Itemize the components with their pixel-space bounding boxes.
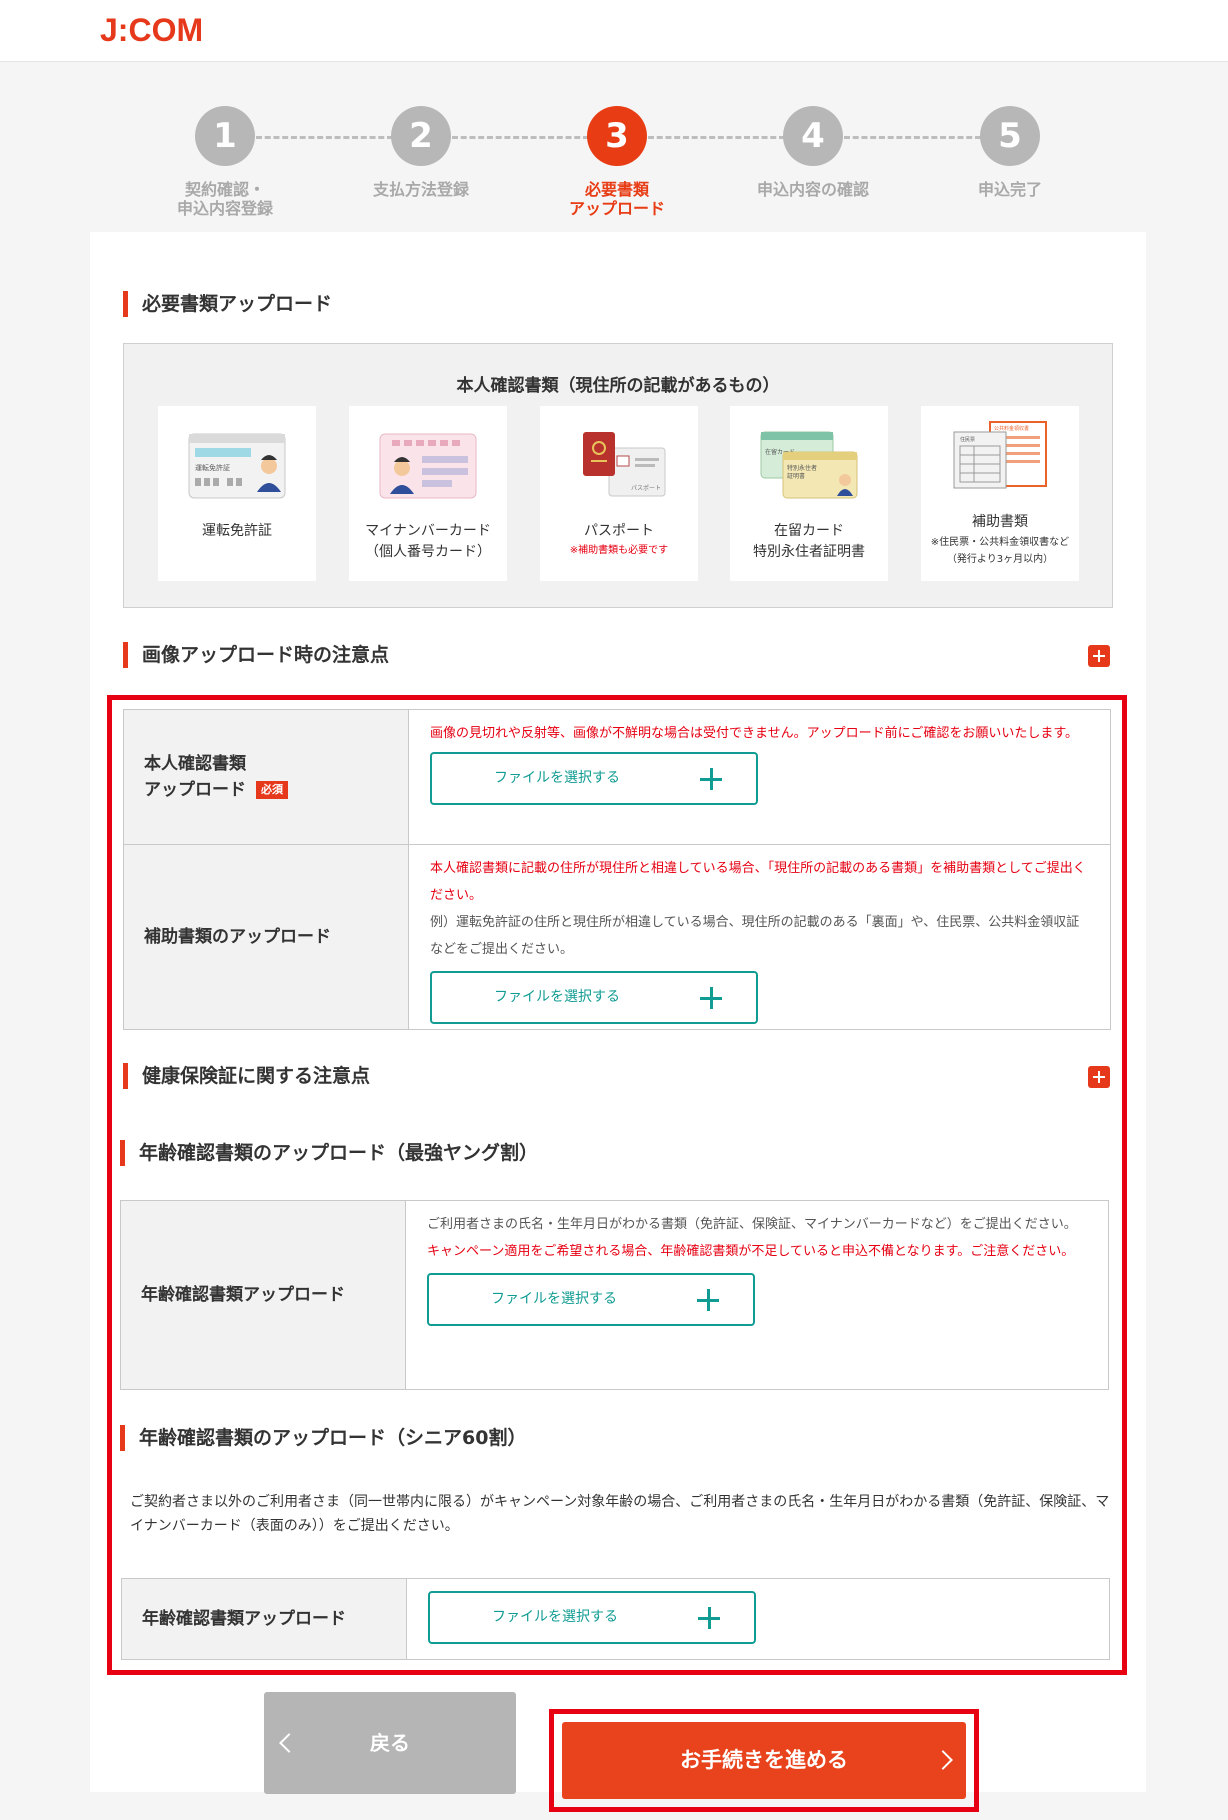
plus-icon <box>700 768 722 790</box>
row-label-text: 補助書類のアップロード <box>144 927 331 947</box>
file-select-button[interactable]: ファイルを選択する <box>428 1591 756 1644</box>
svg-text:住民票: 住民票 <box>960 436 975 443</box>
doc-note: ※補助書類も必要です <box>569 545 669 556</box>
step-number: 2 <box>391 106 451 166</box>
row-label-text: 年齢確認書類アップロード <box>141 1285 345 1305</box>
file-select-button[interactable]: ファイルを選択する <box>427 1273 755 1326</box>
senior-description: ご契約者さま以外のご利用者さま（同一世帯内に限る）がキャンペーン対象年齢の場合、… <box>130 1494 1110 1534</box>
progress-stepper: 1 契約確認・ 申込内容登録 2 支払方法登録 3 必要書類 アップロード 4 … <box>0 100 1228 220</box>
back-button-label: 戻る <box>370 1731 410 1755</box>
age-upload-table-senior: 年齢確認書類アップロード ファイルを選択する <box>121 1578 1110 1660</box>
step-number: 1 <box>195 106 255 166</box>
section-heading-upload: 必要書類アップロード <box>123 291 332 317</box>
step-3-current: 3 必要書類 アップロード <box>517 100 717 218</box>
drivers-license-icon: 運転免許証 <box>188 433 286 499</box>
doc-drivers-license: 運転免許証 運転免許証 <box>158 406 316 581</box>
doc-name: 在留カード 特別永住者証明書 <box>753 523 865 560</box>
upload-row-label: 年齢確認書類アップロード <box>121 1201 406 1389</box>
required-badge: 必須 <box>256 781 288 799</box>
proceed-button-label: お手続きを進める <box>680 1748 848 1772</box>
step-5: 5 申込完了 <box>910 100 1110 199</box>
plus-icon <box>697 1289 719 1311</box>
doc-name: パスポート <box>584 523 654 539</box>
upload-row-label: 年齢確認書類アップロード <box>122 1579 407 1659</box>
button-label: ファイルを選択する <box>492 1609 618 1625</box>
section-heading-young: 年齢確認書類のアップロード（最強ヤング割） <box>120 1140 538 1166</box>
upload-row-cell: 画像の見切れや反射等、画像が不鮮明な場合は受付できません。アップロード前にご確認… <box>410 710 1110 844</box>
doc-residence-card: 在留カード 特別永住者 証明書 在留カード 特別永住者証明書 <box>730 406 888 581</box>
passport-icon: パスポート <box>583 432 666 497</box>
plus-icon <box>698 1607 720 1629</box>
button-label: ファイルを選択する <box>494 770 620 786</box>
upload-row-cell: ファイルを選択する <box>408 1579 1109 1659</box>
row-label-text: 年齢確認書類アップロード <box>142 1609 346 1629</box>
step-label: 申込完了 <box>977 180 1042 199</box>
file-select-button[interactable]: ファイルを選択する <box>430 752 758 805</box>
step-number: 3 <box>587 106 647 166</box>
svg-text:公共料金領収書: 公共料金領収書 <box>994 425 1029 432</box>
upload-warning-text: 画像の見切れや反射等、画像が不鮮明な場合は受付できません。アップロード前にご確認… <box>430 726 1079 741</box>
step-1: 1 契約確認・ 申込内容登録 <box>125 100 325 218</box>
upload-row-label: 補助書類のアップロード <box>124 845 409 1029</box>
upload-row-label: 本人確認書類 アップロード 必須 <box>124 710 409 844</box>
svg-text:運転免許証: 運転免許証 <box>195 463 230 472</box>
button-label: ファイルを選択する <box>494 989 620 1005</box>
section-heading-notes: 画像アップロード時の注意点 <box>123 642 389 668</box>
doc-name: 運転免許証 <box>202 523 272 539</box>
expand-plus-icon[interactable] <box>1088 1066 1110 1088</box>
proceed-button[interactable]: お手続きを進める <box>562 1722 966 1799</box>
step-label: 必要書類 アップロード <box>568 180 665 218</box>
step-number: 4 <box>783 106 843 166</box>
upload-warning-text: 本人確認書類に記載の住所が現住所と相違している場合、「現住所の記載のある書類」を… <box>430 861 1086 903</box>
mynumber-card-icon <box>379 433 477 499</box>
svg-text:特別永住者: 特別永住者 <box>787 464 817 472</box>
file-select-button[interactable]: ファイルを選択する <box>430 971 758 1024</box>
id-documents-panel: 本人確認書類（現住所の記載があるもの） 運転免許証 運転免許証 マイナンバーカー… <box>123 343 1113 608</box>
button-label: ファイルを選択する <box>491 1291 617 1307</box>
residence-card-icon: 在留カード 特別永住者 証明書 <box>760 431 858 499</box>
auxiliary-documents-icon: 公共料金領収書 住民票 <box>953 421 1047 489</box>
doc-note: ※住民票・公共料金領収書など （発行より3ヶ月以内） <box>930 537 1070 565</box>
step-4: 4 申込内容の確認 <box>713 100 913 199</box>
step-number: 5 <box>980 106 1040 166</box>
svg-text:証明書: 証明書 <box>787 472 805 480</box>
doc-name: マイナンバーカード （個人番号カード） <box>365 523 491 560</box>
back-button[interactable]: 戻る <box>264 1692 516 1794</box>
doc-auxiliary: 公共料金領収書 住民票 補助書類 ※住民票・公共料金領収書など （発行より3ヶ月… <box>921 406 1079 581</box>
upload-info-text: ご利用者さまの氏名・生年月日がわかる書類（免許証、保険証、マイナンバーカードなど… <box>427 1217 1077 1232</box>
jcom-logo[interactable]: J:COM <box>100 12 203 49</box>
row-label-text: 本人確認書類 アップロード <box>144 754 246 800</box>
doc-passport: パスポート パスポート ※補助書類も必要です <box>540 406 698 581</box>
step-2: 2 支払方法登録 <box>321 100 521 199</box>
upload-row-cell: ご利用者さまの氏名・生年月日がわかる書類（免許証、保険証、マイナンバーカードなど… <box>407 1201 1108 1389</box>
site-header: J:COM <box>0 0 1228 62</box>
expand-plus-icon[interactable] <box>1088 645 1110 667</box>
highlight-frame-next: お手続きを進める <box>549 1709 979 1812</box>
doc-name: 補助書類 <box>972 514 1028 530</box>
svg-text:パスポート: パスポート <box>631 484 661 492</box>
upload-warning-text: キャンペーン適用をご希望される場合、年齢確認書類が不足していると申込不備となりま… <box>427 1244 1075 1259</box>
section-heading-insurance: 健康保険証に関する注意点 <box>123 1063 370 1089</box>
upload-row-cell: 本人確認書類に記載の住所が現住所と相違している場合、「現住所の記載のある書類」を… <box>410 845 1110 1029</box>
step-label: 契約確認・ 申込内容登録 <box>176 180 273 218</box>
plus-icon <box>700 987 722 1009</box>
step-label: 支払方法登録 <box>372 180 469 199</box>
section-heading-senior: 年齢確認書類のアップロード（シニア60割） <box>120 1425 526 1451</box>
step-label: 申込内容の確認 <box>756 180 869 199</box>
doc-mynumber-card: マイナンバーカード （個人番号カード） <box>349 406 507 581</box>
upload-example-text: 例）運転免許証の住所と現住所が相違している場合、現住所の記載のある「裏面」や、住… <box>430 915 1080 957</box>
id-documents-title: 本人確認書類（現住所の記載があるもの） <box>456 376 780 396</box>
upload-table: 本人確認書類 アップロード 必須 補助書類のアップロード 画像の見切れや反射等、画… <box>123 709 1111 1030</box>
age-upload-table-young: 年齢確認書類アップロード ご利用者さまの氏名・生年月日がわかる書類（免許証、保険… <box>120 1200 1109 1390</box>
